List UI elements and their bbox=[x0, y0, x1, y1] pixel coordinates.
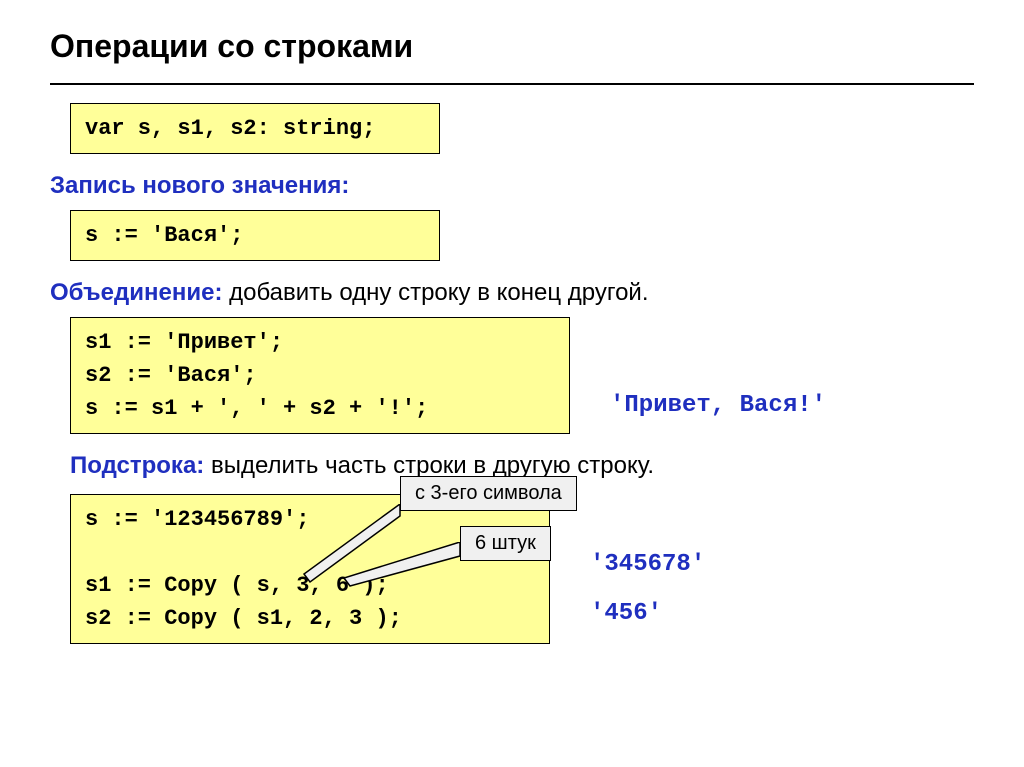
section-substr-label: Подстрока: bbox=[70, 452, 204, 479]
result-substr-2: '456' bbox=[590, 600, 705, 627]
code-concat: s1 := 'Привет'; s2 := 'Вася'; s := s1 + … bbox=[70, 317, 570, 434]
result-concat: 'Привет, Вася!' bbox=[610, 392, 826, 419]
section-concat-label: Объединение: bbox=[50, 279, 222, 306]
section-concat: Объединение: добавить одну строку в коне… bbox=[50, 279, 974, 307]
section-assign-label: Запись нового значения: bbox=[50, 172, 349, 199]
section-assign: Запись нового значения: bbox=[50, 172, 974, 200]
code-assign: s := 'Вася'; bbox=[70, 210, 440, 261]
callout-6-chars: 6 штук bbox=[460, 526, 551, 561]
code-declaration: var s, s1, s2: string; bbox=[70, 103, 440, 154]
callout-from-3rd: с 3-его символа bbox=[400, 476, 577, 511]
code-substr: s := '123456789'; s1 := Copy ( s, 3, 6 )… bbox=[70, 494, 550, 644]
slide-title: Операции со строками bbox=[50, 28, 974, 65]
section-concat-rest: добавить одну строку в конец другой. bbox=[222, 279, 648, 306]
result-substr-1: '345678' bbox=[590, 551, 705, 578]
title-divider bbox=[50, 83, 974, 85]
section-substr-rest: выделить часть строки в другую строку. bbox=[204, 452, 654, 479]
